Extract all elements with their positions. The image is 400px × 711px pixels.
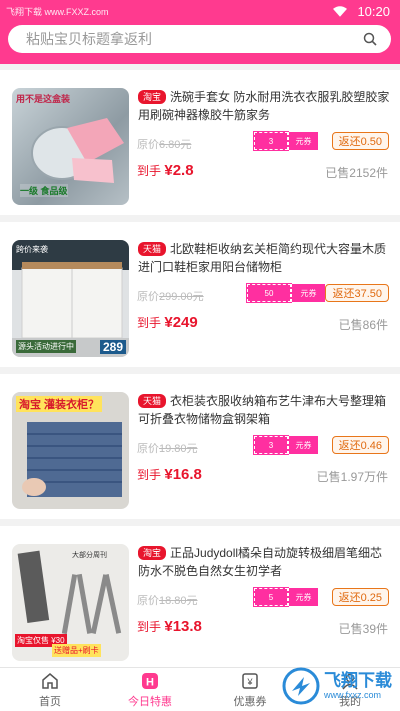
product-title-text: 正品Judydoll橘朵自动旋转极细眉笔细芯防水不脱色自然女生初学者 <box>138 546 383 578</box>
coupon-tag[interactable]: 3 元券 <box>253 435 318 455</box>
product-card[interactable]: 用不是这盒装 一级 食品级 淘宝 洗碗手套女 防水耐用洗衣衣服乳胶塑胶家用刷碗神器… <box>0 70 400 215</box>
thumb-caption: 用不是这盒装 <box>16 94 71 104</box>
product-title-text: 衣柜装衣服收纳箱布艺牛津布大号整理箱可折叠衣物储物盒钢架箱 <box>138 394 387 426</box>
search-input[interactable]: 粘贴宝贝标题拿返利 <box>26 29 152 49</box>
thumb-caption: 一级 食品级 <box>20 184 68 197</box>
tab-home[interactable]: 首页 <box>0 668 100 711</box>
platform-badge: 淘宝 <box>138 546 167 560</box>
final-price: 到手 ¥13.8 <box>137 618 202 635</box>
product-title[interactable]: 天猫 衣柜装衣服收纳箱布艺牛津布大号整理箱可折叠衣物储物盒钢架箱 <box>138 392 390 428</box>
thumb-caption: 送赠品+刷卡 <box>52 644 101 657</box>
coupon-unit: 元券 <box>288 588 318 606</box>
final-price: 到手 ¥16.8 <box>137 466 202 483</box>
rebate-badge: 返还0.50 <box>331 132 389 150</box>
product-title[interactable]: 天猫 北欧鞋柜收纳玄关柜简约现代大容量木质进门口鞋柜家用阳台储物柜 <box>138 240 390 276</box>
product-image[interactable]: 大部分周刊 淘宝仅售 ¥30 送赠品+刷卡 <box>12 544 129 661</box>
platform-badge: 淘宝 <box>138 90 167 104</box>
svg-text:H: H <box>146 676 154 688</box>
coupon-unit: 元券 <box>288 132 318 150</box>
product-image[interactable]: 跨价来袭 源头活动进行中 289 <box>12 240 129 357</box>
tab-label: 优惠券 <box>233 695 267 708</box>
original-price: 原价6.80元 <box>137 139 192 151</box>
coupon-tag[interactable]: 3 元券 <box>253 131 318 151</box>
product-card[interactable]: 跨价来袭 源头活动进行中 289 天猫 北欧鞋柜收纳玄关柜简约现代大容量木质进门口… <box>0 222 400 367</box>
final-price: 到手 ¥2.8 <box>137 162 194 179</box>
product-image[interactable]: 用不是这盒装 一级 食品级 <box>12 88 129 205</box>
coupon-unit: 元券 <box>288 436 318 454</box>
thumb-caption: 淘宝 灌装衣柜？ <box>16 396 103 412</box>
rebate-badge: 返还0.25 <box>331 588 389 606</box>
tab-label: 首页 <box>39 695 61 708</box>
brand-url: www.fxxz.com <box>324 689 382 700</box>
search-icon[interactable] <box>363 32 377 46</box>
h-icon: H <box>142 672 158 689</box>
sold-count: 已售39件 <box>338 622 388 636</box>
rebate-badge: 返还37.50 <box>325 284 389 302</box>
brand-logo-icon <box>282 667 320 704</box>
thumb-price: 289 <box>99 340 126 354</box>
clock: 10:20 <box>357 3 390 19</box>
coupon-unit: 元券 <box>291 284 325 302</box>
tab-today-deals[interactable]: H 今日特惠 <box>100 668 200 711</box>
sold-count: 已售2152件 <box>325 166 388 180</box>
original-price: 原价19.80元 <box>137 443 198 455</box>
brand-name: 飞翔下载 <box>324 670 392 690</box>
rebate-badge: 返还0.46 <box>331 436 389 454</box>
product-card[interactable]: 淘宝 灌装衣柜？ 天猫 衣柜装衣服收纳箱布艺牛津布大号整理箱可折叠衣物储物盒钢架箱… <box>0 374 400 519</box>
product-image[interactable]: 淘宝 灌装衣柜？ <box>12 392 129 509</box>
thumb-caption: 大部分周刊 <box>72 552 107 559</box>
original-price: 原价299.00元 <box>137 291 204 303</box>
product-title[interactable]: 淘宝 正品Judydoll橘朵自动旋转极细眉笔细芯防水不脱色自然女生初学者 <box>138 544 390 580</box>
svg-text:¥: ¥ <box>246 677 253 687</box>
thumb-caption: 跨价来袭 <box>16 245 48 254</box>
tab-label: 今日特惠 <box>128 695 172 708</box>
final-price: 到手 ¥249 <box>137 314 198 331</box>
coupon-value: 50 <box>246 283 292 303</box>
platform-badge: 天猫 <box>138 242 167 256</box>
coupon-tag[interactable]: 5 元券 <box>253 587 318 607</box>
app-header: 飞翔下载 www.FXXZ.com 10:20 粘贴宝贝标题拿返利 <box>0 0 400 64</box>
brand-watermark: 飞翔下载 www.fxxz.com <box>282 660 394 711</box>
search-bar[interactable]: 粘贴宝贝标题拿返利 <box>8 25 391 53</box>
watermark-text: 飞翔下载 www.FXXZ.com <box>6 6 109 17</box>
sold-count: 已售1.97万件 <box>316 470 388 484</box>
product-title[interactable]: 淘宝 洗碗手套女 防水耐用洗衣衣服乳胶塑胶家用刷碗神器橡胶牛筋家务 <box>138 88 390 124</box>
coupon-icon: ¥ <box>242 672 258 689</box>
coupon-value: 3 <box>253 131 289 151</box>
status-bar: 飞翔下载 www.FXXZ.com 10:20 <box>0 0 400 22</box>
coupon-tag[interactable]: 50 元券 <box>246 283 325 303</box>
wifi-icon <box>333 5 348 17</box>
coupon-value: 3 <box>253 435 289 455</box>
coupon-value: 5 <box>253 587 289 607</box>
thumb-caption: 源头活动进行中 <box>16 340 76 353</box>
home-icon <box>42 672 58 689</box>
product-title-text: 洗碗手套女 防水耐用洗衣衣服乳胶塑胶家用刷碗神器橡胶牛筋家务 <box>138 90 390 122</box>
platform-badge: 天猫 <box>138 394 167 408</box>
sold-count: 已售86件 <box>338 318 388 332</box>
original-price: 原价18.80元 <box>137 595 198 607</box>
product-title-text: 北欧鞋柜收纳玄关柜简约现代大容量木质进门口鞋柜家用阳台储物柜 <box>138 242 387 274</box>
product-card[interactable]: 大部分周刊 淘宝仅售 ¥30 送赠品+刷卡 淘宝 正品Judydoll橘朵自动旋转… <box>0 526 400 671</box>
